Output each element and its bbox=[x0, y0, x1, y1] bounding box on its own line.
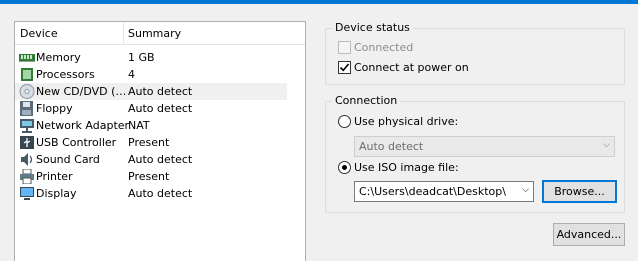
device-summary: Auto detect bbox=[128, 153, 193, 166]
connection-group: Connection Use physical drive: Auto dete… bbox=[325, 94, 625, 213]
connected-checkbox[interactable] bbox=[338, 41, 351, 54]
device-summary: NAT bbox=[128, 119, 150, 132]
device-list-header: Device Summary bbox=[15, 22, 305, 45]
device-status-group: Device status Connected Connect at power… bbox=[325, 21, 625, 85]
device-name: Network Adapter bbox=[36, 119, 130, 132]
device-name: New CD/DVD (… bbox=[36, 85, 127, 98]
device-name: Memory bbox=[36, 51, 81, 64]
summary-column-header[interactable]: Summary bbox=[128, 27, 181, 40]
physical-drive-value: Auto detect bbox=[359, 140, 424, 153]
memory-icon bbox=[19, 50, 35, 65]
connected-label: Connected bbox=[354, 41, 414, 54]
device-row-printer[interactable]: Printer Present bbox=[15, 168, 305, 185]
use-iso-image-label: Use ISO image file: bbox=[354, 161, 459, 174]
device-name: Processors bbox=[36, 68, 95, 81]
device-row-usb-controller[interactable]: USB Controller Present bbox=[15, 134, 305, 151]
chevron-down-icon: ⌵ bbox=[603, 140, 610, 150]
device-status-title: Device status bbox=[332, 21, 413, 34]
display-icon bbox=[19, 186, 35, 201]
radio-selected-dot bbox=[342, 165, 347, 170]
device-summary: Auto detect bbox=[128, 85, 193, 98]
device-name: Sound Card bbox=[36, 153, 100, 166]
device-name: Printer bbox=[36, 170, 73, 183]
device-row-sound-card[interactable]: Sound Card Auto detect bbox=[15, 151, 305, 168]
device-summary: Present bbox=[128, 136, 170, 149]
device-row-processors[interactable]: Processors 4 bbox=[15, 66, 305, 83]
use-physical-drive-radio[interactable] bbox=[338, 115, 351, 128]
device-column-header[interactable]: Device bbox=[20, 27, 58, 40]
connect-at-power-on-label: Connect at power on bbox=[354, 61, 469, 74]
usb-icon bbox=[19, 135, 35, 150]
device-row-floppy[interactable]: Floppy Auto detect bbox=[15, 100, 305, 117]
use-iso-image-radio[interactable] bbox=[338, 161, 351, 174]
floppy-icon bbox=[19, 101, 35, 116]
device-row-network-adapter[interactable]: Network Adapter NAT bbox=[15, 117, 305, 134]
device-row-display[interactable]: Display Auto detect bbox=[15, 185, 305, 202]
column-separator[interactable] bbox=[123, 22, 124, 45]
iso-image-path-value: C:\Users\deadcat\Desktop\ bbox=[359, 185, 506, 198]
checkmark-icon bbox=[339, 63, 350, 72]
device-list[interactable]: Device Summary Memory 1 GB Processors 4 … bbox=[14, 21, 306, 261]
device-name: Display bbox=[36, 187, 77, 200]
cd-dvd-icon bbox=[19, 84, 35, 99]
printer-icon bbox=[19, 168, 35, 185]
network-adapter-icon bbox=[19, 118, 35, 133]
device-summary: Auto detect bbox=[128, 102, 193, 115]
device-summary: Auto detect bbox=[128, 187, 193, 200]
device-summary: Present bbox=[128, 170, 170, 183]
connect-at-power-on-checkbox[interactable] bbox=[338, 61, 351, 74]
browse-button[interactable]: Browse... bbox=[542, 180, 617, 203]
sound-icon bbox=[19, 152, 35, 167]
device-name: Floppy bbox=[36, 102, 73, 115]
device-row-cd-dvd[interactable]: New CD/DVD (… Auto detect bbox=[15, 83, 287, 100]
processor-icon bbox=[19, 67, 35, 82]
chevron-down-icon: ⌵ bbox=[522, 185, 529, 195]
device-name: USB Controller bbox=[36, 136, 117, 149]
connection-title: Connection bbox=[332, 94, 401, 107]
device-row-memory[interactable]: Memory 1 GB bbox=[15, 49, 305, 66]
iso-image-path-select[interactable]: C:\Users\deadcat\Desktop\ ⌵ bbox=[354, 181, 534, 202]
device-summary: 4 bbox=[128, 68, 135, 81]
use-physical-drive-label: Use physical drive: bbox=[354, 115, 459, 128]
window-top-border bbox=[0, 0, 638, 4]
physical-drive-select[interactable]: Auto detect ⌵ bbox=[354, 136, 615, 157]
device-summary: 1 GB bbox=[128, 51, 155, 64]
advanced-button[interactable]: Advanced... bbox=[553, 223, 625, 246]
